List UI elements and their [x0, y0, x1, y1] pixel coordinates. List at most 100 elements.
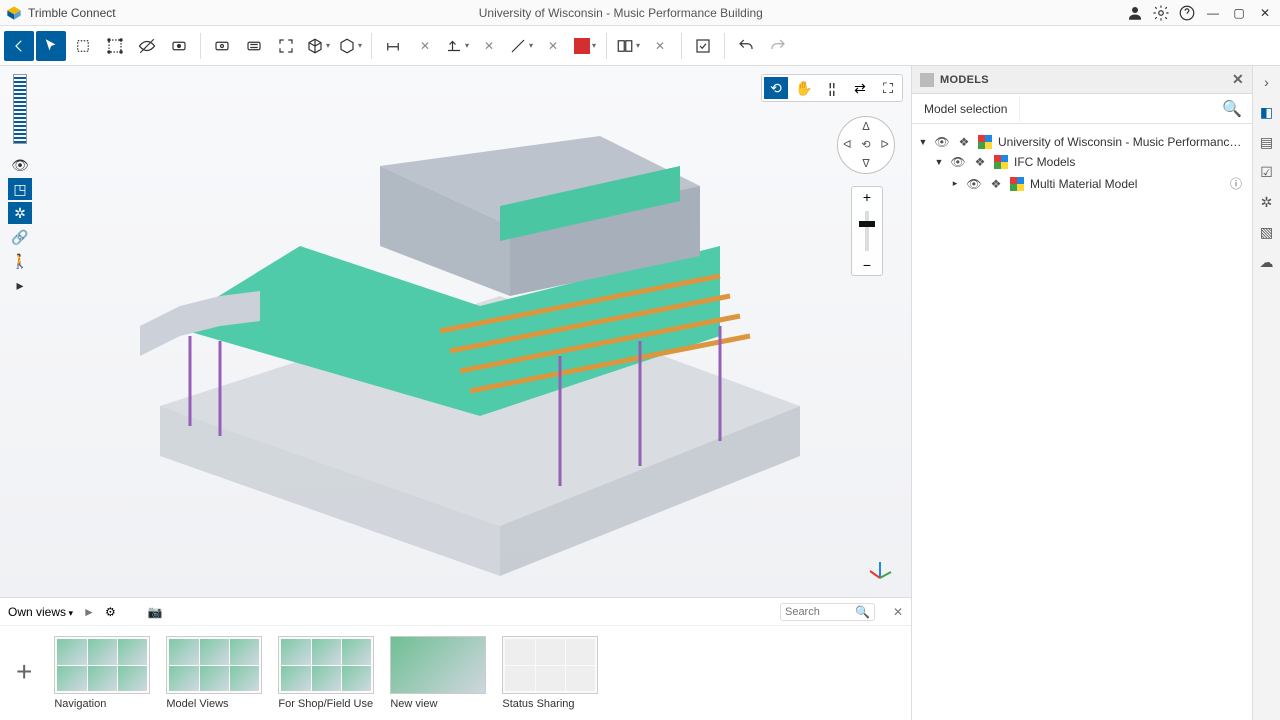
back-button[interactable] — [4, 31, 34, 61]
show-only-tool[interactable] — [164, 31, 194, 61]
layers-icon[interactable]: ❖ — [988, 177, 1004, 191]
box-select-tool[interactable] — [68, 31, 98, 61]
todo-tool[interactable] — [688, 31, 718, 61]
model-tree: ▼ 👁 ❖ University of Wisconsin - Music Pe… — [912, 124, 1252, 203]
info-icon[interactable]: ⓘ — [1230, 175, 1246, 192]
play-views-icon[interactable]: ► — [83, 605, 95, 619]
render-style-dropdown[interactable] — [303, 31, 333, 61]
lasso-select-tool[interactable] — [100, 31, 130, 61]
views-close-icon[interactable]: ✕ — [893, 605, 903, 619]
view-card-model-views[interactable]: Model Views — [166, 636, 262, 710]
person-icon[interactable]: 🚶 — [8, 250, 32, 272]
compare-dropdown[interactable] — [613, 31, 643, 61]
panel-close-icon[interactable]: ✕ — [1232, 71, 1244, 88]
undo-button[interactable] — [731, 31, 761, 61]
model-icon — [1010, 177, 1024, 191]
zoom-out-button[interactable]: − — [852, 255, 882, 275]
maximize-icon[interactable]: ▢ — [1230, 4, 1248, 22]
hide-tool[interactable] — [132, 31, 162, 61]
orbit-up-icon[interactable]: ᐃ — [862, 120, 870, 133]
view-mode-2[interactable] — [239, 31, 269, 61]
pointer-tool[interactable] — [36, 31, 66, 61]
zoom-in-button[interactable]: + — [852, 187, 882, 207]
close-icon[interactable]: ✕ — [1256, 4, 1274, 22]
gear-icon[interactable]: ✲ — [8, 202, 32, 224]
orbit-down-icon[interactable]: ᐁ — [862, 157, 870, 170]
tree-group-label: IFC Models — [1014, 155, 1246, 169]
measure-tool[interactable] — [378, 31, 408, 61]
tree-toggle-icon[interactable]: ▼ — [934, 157, 944, 167]
view-card-shop-field[interactable]: For Shop/Field Use — [278, 636, 374, 710]
sidetab-models-icon[interactable]: ◧ — [1257, 102, 1277, 122]
eye-icon[interactable]: 👁 — [966, 177, 982, 191]
ghost-dropdown[interactable] — [335, 31, 365, 61]
tree-toggle-icon[interactable]: ▼ — [918, 137, 928, 147]
look-around-mode[interactable]: ⇄ — [848, 77, 872, 99]
pan-mode[interactable]: ✋ — [792, 77, 816, 99]
transparency-slider[interactable] — [13, 74, 27, 144]
zoom-slider[interactable] — [865, 211, 869, 251]
orbit-widget[interactable]: ᐃ ᐊ ⟲ ᐅ ᐁ — [837, 116, 895, 174]
fullscreen-mode[interactable]: ⛶ — [876, 77, 900, 99]
minimize-icon[interactable]: — — [1204, 4, 1222, 22]
views-filter-dropdown[interactable]: Own views — [8, 605, 73, 619]
app-name: Trimble Connect — [28, 6, 116, 20]
main-toolbar: ✕ ✕ ✕ ✕ — [0, 26, 1280, 66]
sidetab-cloud-icon[interactable]: ☁ — [1257, 252, 1277, 272]
views-settings-icon[interactable]: ⚙ — [105, 605, 116, 619]
visibility-icon[interactable]: 👁 — [8, 154, 32, 176]
orbit-mode[interactable]: ⟲ — [764, 77, 788, 99]
redo-button[interactable] — [763, 31, 793, 61]
add-view-button[interactable]: + — [10, 636, 38, 708]
settings-icon[interactable] — [1152, 4, 1170, 22]
clip-plane-clear[interactable]: ✕ — [474, 31, 504, 61]
user-icon[interactable] — [1126, 4, 1144, 22]
layers-icon[interactable]: ❖ — [972, 155, 988, 169]
view-card-label: Navigation — [54, 698, 150, 710]
orbit-right-icon[interactable]: ᐅ — [880, 138, 888, 151]
view-card-new-view[interactable]: New view — [390, 636, 486, 710]
eye-icon[interactable]: 👁 — [950, 155, 966, 169]
tree-toggle-icon[interactable]: ▸ — [950, 178, 960, 189]
color-swatch-dropdown[interactable] — [570, 31, 600, 61]
search-icon[interactable]: 🔍 — [855, 605, 870, 619]
document-title: University of Wisconsin - Music Performa… — [116, 6, 1126, 20]
markup-line-dropdown[interactable] — [506, 31, 536, 61]
layers-icon[interactable]: ❖ — [956, 135, 972, 149]
orbit-center-icon[interactable]: ⟲ — [861, 138, 870, 151]
measure-clear[interactable]: ✕ — [410, 31, 440, 61]
view-mode-1[interactable] — [207, 31, 237, 61]
help-icon[interactable] — [1178, 4, 1196, 22]
sidetab-todos-icon[interactable]: ▤ — [1257, 132, 1277, 152]
tree-root[interactable]: ▼ 👁 ❖ University of Wisconsin - Music Pe… — [916, 132, 1248, 152]
fit-view[interactable] — [271, 31, 301, 61]
sidetab-checklist-icon[interactable]: ☑ — [1257, 162, 1277, 182]
walk-mode[interactable]: ¦¦ — [820, 77, 844, 99]
models-panel-title: MODELS — [940, 74, 989, 86]
3d-viewport[interactable]: 👁 ◳ ✲ 🔗 🚶 ▸ ⟲ ✋ ¦¦ ⇄ ⛶ ᐃ ᐊ ⟲ ᐅ ᐁ + — [0, 66, 911, 597]
panel-search-icon[interactable]: 🔍 — [1212, 99, 1252, 119]
snapshot-icon[interactable]: 📷 — [148, 605, 163, 619]
orbit-left-icon[interactable]: ᐊ — [843, 138, 851, 151]
view-card-label: Model Views — [166, 698, 262, 710]
tab-model-selection[interactable]: Model selection — [912, 96, 1020, 122]
play-icon[interactable]: ▸ — [8, 274, 32, 296]
sidetab-image-icon[interactable]: ▧ — [1257, 222, 1277, 242]
red-swatch-icon — [574, 38, 590, 54]
view-card-navigation[interactable]: Navigation — [54, 636, 150, 710]
view-card-status-sharing[interactable]: Status Sharing — [502, 636, 598, 710]
compare-clear[interactable]: ✕ — [645, 31, 675, 61]
views-search-input[interactable] — [785, 606, 855, 618]
markup-clear[interactable]: ✕ — [538, 31, 568, 61]
views-search[interactable]: 🔍 — [780, 603, 875, 621]
tree-group[interactable]: ▼ 👁 ❖ IFC Models — [916, 152, 1248, 172]
link-icon[interactable]: 🔗 — [8, 226, 32, 248]
eye-icon[interactable]: 👁 — [934, 135, 950, 149]
axis-gizmo-icon — [867, 556, 893, 585]
tree-item-label: Multi Material Model — [1030, 177, 1224, 191]
clip-plane-dropdown[interactable] — [442, 31, 472, 61]
box-icon[interactable]: ◳ — [8, 178, 32, 200]
sidetab-settings-icon[interactable]: ✲ — [1257, 192, 1277, 212]
sidetab-expand-icon[interactable]: › — [1257, 72, 1277, 92]
tree-item[interactable]: ▸ 👁 ❖ Multi Material Model ⓘ — [916, 172, 1248, 195]
